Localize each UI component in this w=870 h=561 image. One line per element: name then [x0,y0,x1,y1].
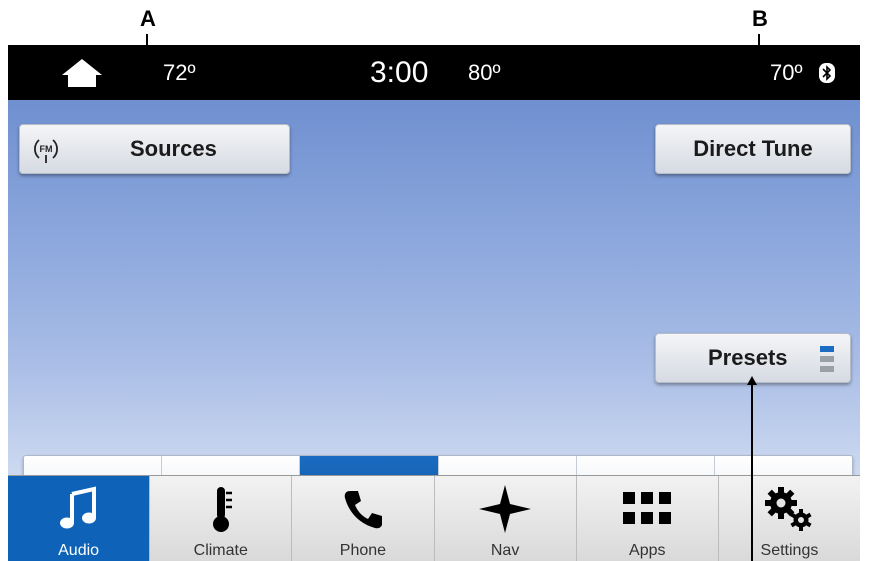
tab-label: Audio [58,542,100,559]
fm-radio-icon: FM [32,136,60,164]
bluetooth-icon [819,63,835,83]
right-temperature: 70º [770,60,803,85]
tab-label: Climate [193,542,248,559]
direct-tune-label: Direct Tune [693,136,813,161]
outside-temperature: 72º [163,60,196,85]
apps-grid-icon [577,484,718,534]
tab-climate[interactable]: Climate [150,476,293,561]
callout-line-presets [751,385,753,561]
tab-apps[interactable]: Apps [577,476,719,561]
sources-button[interactable]: FM Sources [19,124,290,174]
sync-screen: 72º 3:00 80º 70º FM Sources Direct Tune … [8,45,860,561]
callout-label-a: A [140,6,156,31]
feature-bar: Audio Climate Phone Nav Apps Settings [8,475,860,561]
tab-phone[interactable]: Phone [292,476,435,561]
tab-label: Nav [490,542,520,559]
gears-icon [719,484,860,534]
tab-label: Phone [339,542,387,559]
clock: 3:00 [370,56,429,89]
tab-nav[interactable]: Nav [435,476,577,561]
compass-star-icon [435,484,576,534]
status-bar: 72º 3:00 80º 70º [8,45,860,100]
music-note-icon [8,484,149,534]
tab-label: Settings [760,542,819,559]
tab-label: Apps [629,542,666,559]
cabin-temperature: 80º [468,60,501,85]
tab-settings[interactable]: Settings [719,476,860,561]
home-icon[interactable] [60,57,104,89]
sources-label: Sources [130,136,217,161]
tab-audio[interactable]: Audio [8,476,151,561]
audio-screen: FM Sources Direct Tune Presets [8,100,860,513]
presets-label: Presets [708,345,788,370]
presets-page-indicator-icon [820,346,834,372]
callout-arrow-presets [747,376,757,385]
callout-label-b: B [752,6,768,31]
phone-icon [292,484,433,534]
direct-tune-button[interactable]: Direct Tune [655,124,851,174]
fm-badge-text: FM [40,144,53,154]
thermometer-icon [150,484,291,534]
